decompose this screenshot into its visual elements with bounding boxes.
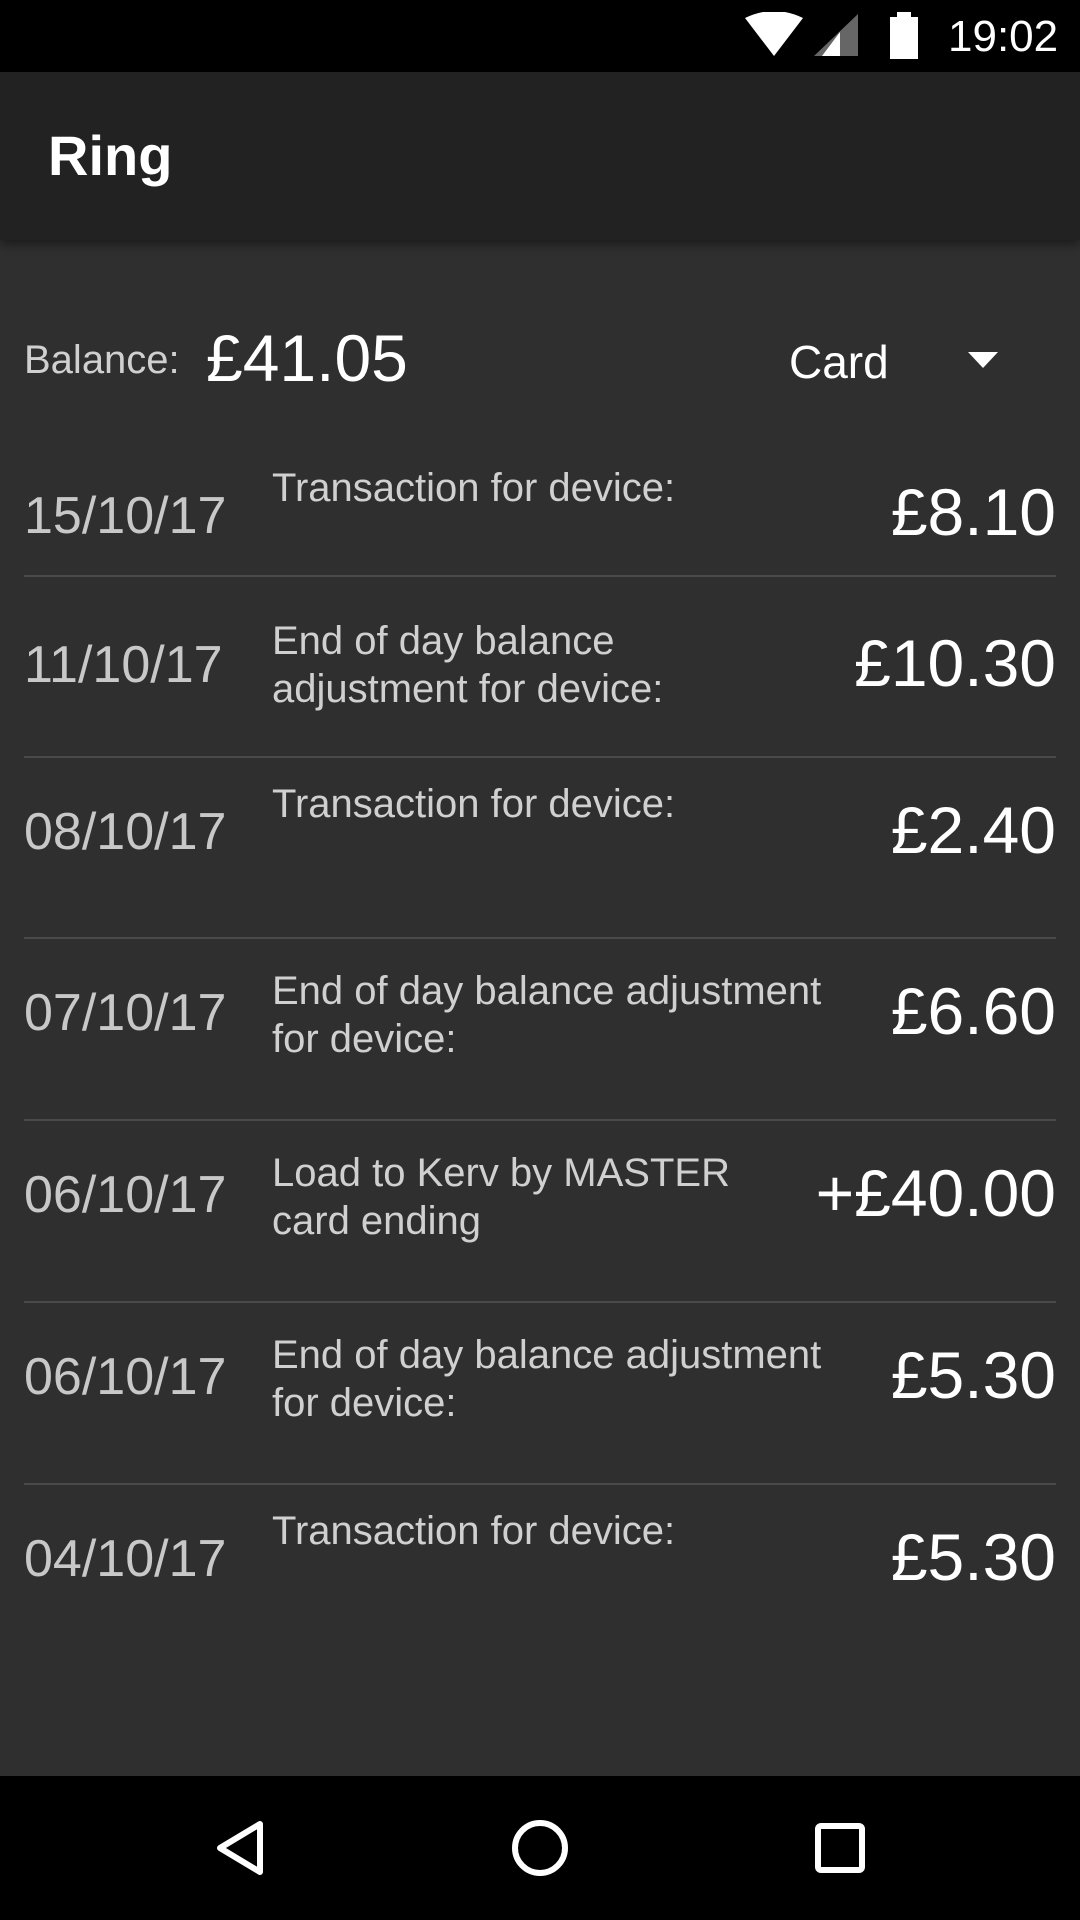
card-selector-value: Card [789, 336, 889, 388]
transaction-description: End of day balance adjustment for device… [272, 969, 822, 1061]
transaction-description: Load to Kerv by MASTER card ending [272, 1151, 730, 1243]
home-icon [490, 1820, 590, 1902]
status-bar: 19:02 [0, 0, 1080, 72]
transaction-amount: £8.10 [890, 475, 1056, 549]
transaction-row[interactable]: 06/10/17 Load to Kerv by MASTER card end… [24, 1121, 1056, 1303]
battery-icon [888, 12, 920, 65]
app-toolbar: Ring [0, 72, 1080, 240]
transaction-description: Transaction for device: [272, 1509, 676, 1553]
transaction-row[interactable]: 08/10/17 Transaction for device: £2.40 [24, 758, 1056, 939]
main-content[interactable]: Balance: £41.05 Card 15/10/17 Transactio… [0, 240, 1080, 1776]
balance-row: Balance: £41.05 Card [0, 240, 1080, 450]
transaction-amount: £10.30 [854, 626, 1056, 700]
transaction-date: 04/10/17 [24, 1530, 227, 1588]
transaction-row[interactable]: 06/10/17 End of day balance adjustment f… [24, 1303, 1056, 1485]
transaction-description: End of day balance adjustment for device… [272, 619, 664, 711]
transaction-amount: +£40.00 [815, 1156, 1056, 1230]
transaction-date: 06/10/17 [24, 1166, 227, 1224]
balance-label: Balance: [24, 338, 180, 382]
cellular-signal-icon [810, 12, 858, 63]
navigation-bar [0, 1776, 1080, 1920]
transaction-amount: £5.30 [890, 1520, 1056, 1594]
transaction-description: Transaction for device: [272, 782, 676, 826]
transaction-date: 15/10/17 [24, 487, 227, 545]
status-clock: 19:02 [948, 12, 1059, 61]
transaction-description: Transaction for device: [272, 466, 676, 510]
transaction-row[interactable]: 15/10/17 Transaction for device: £8.10 [24, 450, 1056, 577]
transaction-date: 07/10/17 [24, 984, 227, 1042]
back-button[interactable] [190, 1798, 290, 1898]
transaction-row[interactable]: 04/10/17 Transaction for device: £5.30 [24, 1485, 1056, 1665]
home-button[interactable] [490, 1798, 590, 1898]
card-selector-dropdown[interactable]: Card [760, 320, 1050, 400]
balance-value: £41.05 [206, 321, 408, 395]
transaction-amount: £5.30 [890, 1338, 1056, 1412]
transaction-amount: £6.60 [890, 974, 1056, 1048]
transaction-date: 11/10/17 [24, 636, 223, 694]
recents-icon [790, 1823, 890, 1902]
transaction-date: 08/10/17 [24, 803, 227, 861]
dropdown-arrow-icon [968, 352, 998, 373]
transaction-amount: £2.40 [890, 793, 1056, 867]
page-title: Ring [48, 124, 173, 187]
recents-button[interactable] [790, 1798, 890, 1898]
transaction-date: 06/10/17 [24, 1348, 227, 1406]
wifi-icon [745, 11, 803, 63]
transaction-row[interactable]: 07/10/17 End of day balance adjustment f… [24, 939, 1056, 1121]
transaction-description: End of day balance adjustment for device… [272, 1333, 822, 1425]
back-icon [190, 1821, 290, 1902]
transaction-row[interactable]: 11/10/17 End of day balance adjustment f… [24, 577, 1056, 758]
